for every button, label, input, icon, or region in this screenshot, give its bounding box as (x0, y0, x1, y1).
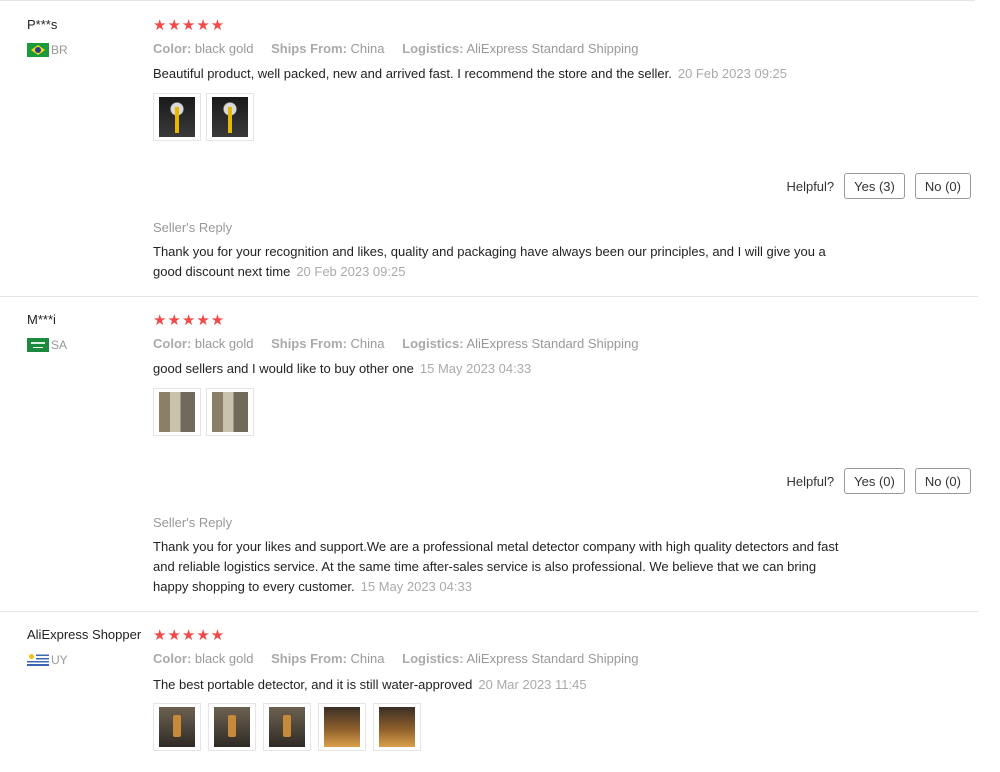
logistics-label: Logistics: (402, 41, 464, 56)
review-text: The best portable detector, and it is st… (153, 677, 587, 692)
reviewer-country: SA (27, 338, 67, 352)
review-body: good sellers and I would like to buy oth… (153, 361, 414, 376)
brazil-flag-icon (27, 43, 49, 57)
logistics-label: Logistics: (402, 651, 464, 666)
color-value: black gold (194, 41, 254, 56)
review-date: 20 Mar 2023 11:45 (478, 677, 587, 692)
uruguay-flag-icon (27, 653, 49, 667)
top-divider (0, 0, 975, 1)
review-photo-thumbnail[interactable] (206, 93, 254, 141)
helpful-no-button[interactable]: No (0) (914, 468, 971, 494)
reply-date: 20 Feb 2023 09:25 (296, 264, 406, 279)
helpful-yes-button[interactable]: Yes (0) (844, 468, 905, 494)
color-value: black gold (194, 336, 254, 351)
logistics-value: AliExpress Standard Shipping (466, 41, 639, 56)
review-body: Beautiful product, well packed, new and … (153, 66, 672, 81)
detector-photo (212, 97, 248, 137)
reply-body: Thank you for your recognition and likes… (153, 244, 826, 279)
review-text: Beautiful product, well packed, new and … (153, 66, 787, 81)
review-date: 20 Feb 2023 09:25 (677, 66, 787, 81)
seller-reply-title: Seller's Reply (153, 220, 233, 235)
helpful-vote: Helpful? Yes (0) No (0) (786, 468, 971, 494)
review-photo-thumbnail[interactable] (206, 388, 254, 436)
reply-date: 15 May 2023 04:33 (360, 579, 472, 594)
reviewer-name: AliExpress Shopper (27, 627, 142, 642)
review-text: good sellers and I would like to buy oth… (153, 361, 531, 376)
order-attributes: Color: black gold Ships From: China Logi… (153, 41, 638, 56)
seller-reply-text: Thank you for your recognition and likes… (153, 242, 843, 282)
detector-photo (159, 97, 195, 137)
color-label: Color: (153, 651, 192, 666)
review-divider (0, 611, 978, 612)
detector-photo (159, 707, 195, 747)
review-photo-thumbnail[interactable] (153, 93, 201, 141)
logistics-value: AliExpress Standard Shipping (466, 651, 639, 666)
reviewer-country: BR (27, 43, 68, 57)
ships-from-label: Ships From: (271, 336, 347, 351)
ships-from-value: China (350, 651, 385, 666)
helpful-vote: Helpful? Yes (3) No (0) (786, 173, 971, 199)
review-photo-thumbnail[interactable] (373, 703, 421, 751)
country-code: UY (51, 653, 68, 667)
ships-from-value: China (350, 336, 385, 351)
color-label: Color: (153, 41, 192, 56)
review-photos (153, 93, 254, 141)
seller-reply-title: Seller's Reply (153, 515, 233, 530)
helpful-label: Helpful? (786, 473, 835, 489)
reviewer-name: M***i (27, 312, 56, 327)
review-photos (153, 703, 421, 751)
logistics-value: AliExpress Standard Shipping (466, 336, 639, 351)
order-attributes: Color: black gold Ships From: China Logi… (153, 651, 638, 666)
star-rating: ★★★★★ (153, 627, 226, 644)
review-photo-thumbnail[interactable] (263, 703, 311, 751)
color-label: Color: (153, 336, 192, 351)
saudi-arabia-flag-icon (27, 338, 49, 352)
seller-reply-text: Thank you for your likes and support.We … (153, 537, 843, 597)
detector-photo (324, 707, 360, 747)
package-photo (159, 392, 195, 432)
helpful-yes-button[interactable]: Yes (3) (844, 173, 905, 199)
detector-photo (379, 707, 415, 747)
order-attributes: Color: black gold Ships From: China Logi… (153, 336, 638, 351)
review-photo-thumbnail[interactable] (318, 703, 366, 751)
color-value: black gold (194, 651, 254, 666)
review-photo-thumbnail[interactable] (153, 388, 201, 436)
detector-photo (214, 707, 250, 747)
package-photo (212, 392, 248, 432)
reviewer-name: P***s (27, 17, 58, 32)
ships-from-value: China (350, 41, 385, 56)
review-photo-thumbnail[interactable] (153, 703, 201, 751)
reply-body: Thank you for your likes and support.We … (153, 539, 839, 594)
review-photo-thumbnail[interactable] (208, 703, 256, 751)
reviewer-country: UY (27, 653, 68, 667)
review-date: 15 May 2023 04:33 (419, 361, 532, 376)
ships-from-label: Ships From: (271, 41, 347, 56)
detector-photo (269, 707, 305, 747)
review-body: The best portable detector, and it is st… (153, 677, 473, 692)
review-photos (153, 388, 254, 436)
helpful-label: Helpful? (786, 178, 835, 194)
helpful-no-button[interactable]: No (0) (914, 173, 971, 199)
star-rating: ★★★★★ (153, 312, 226, 329)
review-divider (0, 296, 978, 297)
star-rating: ★★★★★ (153, 17, 226, 34)
country-code: BR (51, 43, 68, 57)
country-code: SA (51, 338, 68, 352)
logistics-label: Logistics: (402, 336, 464, 351)
ships-from-label: Ships From: (271, 651, 347, 666)
